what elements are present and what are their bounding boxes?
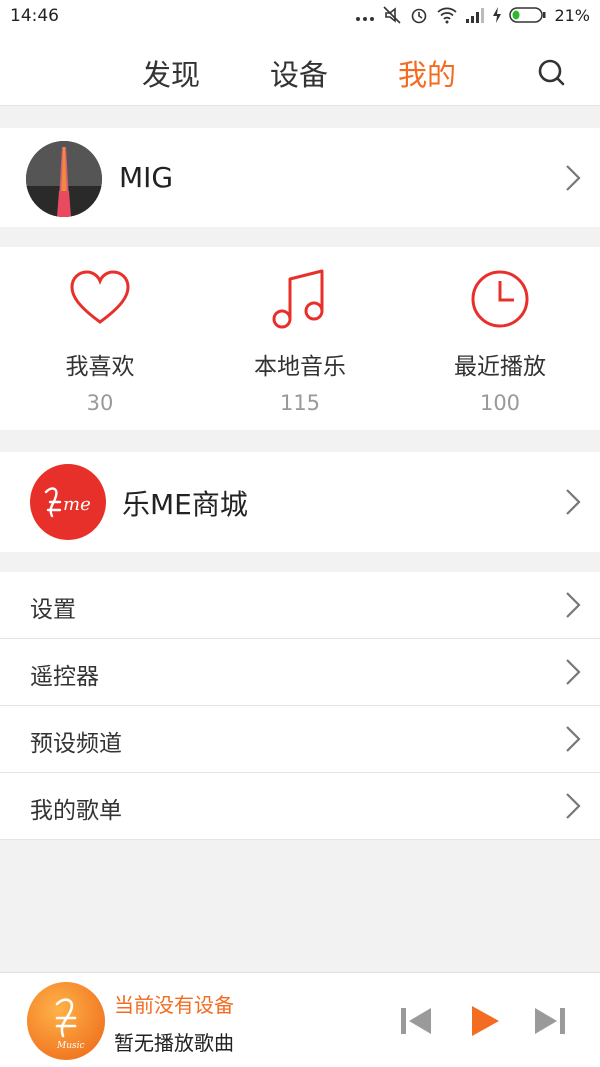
status-bar: 14:46 21%: [0, 0, 600, 34]
list-item-my-playlists[interactable]: 我的歌单: [0, 773, 600, 840]
stat-label: 最近播放: [454, 354, 546, 380]
search-icon[interactable]: [535, 56, 569, 90]
profile-name: MIG: [119, 161, 174, 194]
list-item-label: 我的歌单: [30, 798, 122, 824]
stat-label: 我喜欢: [65, 354, 135, 380]
previous-icon[interactable]: [398, 1003, 434, 1039]
status-time: 14:46: [10, 6, 59, 26]
album-art-icon[interactable]: Music: [27, 982, 105, 1060]
tab-discover[interactable]: 发现: [142, 52, 200, 94]
heart-icon: [70, 270, 130, 324]
stat-count: 100: [479, 391, 521, 415]
top-nav: 发现 设备 我的: [0, 34, 600, 106]
chevron-right-icon: [566, 489, 581, 515]
profile-row[interactable]: MIG: [0, 128, 600, 227]
stat-label: 本地音乐: [254, 354, 346, 380]
play-icon[interactable]: [466, 1003, 502, 1039]
tower-photo-icon: [26, 141, 102, 217]
tab-mine[interactable]: 我的: [398, 52, 456, 94]
shop-row[interactable]: me 乐ME商城: [0, 452, 600, 552]
mute-icon: [383, 6, 402, 24]
shop-logo-text: me: [63, 494, 91, 515]
chevron-right-icon: [566, 659, 581, 685]
tab-device[interactable]: 设备: [270, 52, 328, 94]
list-item-preset-channels[interactable]: 预设频道: [0, 706, 600, 773]
clock-icon: [471, 270, 529, 328]
shop-logo-icon: me: [30, 464, 106, 540]
mini-player: Music 当前没有设备 暂无播放歌曲: [0, 972, 600, 1067]
charging-icon: [493, 7, 502, 23]
more-dots-icon: [356, 17, 375, 21]
chevron-right-icon: [566, 165, 581, 191]
stat-local-music[interactable]: 本地音乐 115: [200, 267, 400, 415]
stat-count: 115: [279, 391, 321, 415]
stat-count: 30: [86, 391, 114, 415]
album-art-text: Music: [56, 1041, 85, 1051]
chevron-right-icon: [566, 793, 581, 819]
list-item-settings[interactable]: 设置: [0, 572, 600, 639]
alarm-icon: [412, 8, 427, 24]
battery-icon: [509, 7, 546, 23]
stat-recent[interactable]: 最近播放 100: [400, 267, 600, 415]
chevron-right-icon: [566, 726, 581, 752]
list-item-remote[interactable]: 遥控器: [0, 639, 600, 706]
shop-label: 乐ME商城: [122, 488, 248, 521]
music-note-icon: [272, 269, 324, 329]
list-item-label: 设置: [30, 597, 76, 623]
status-icons: 21%: [355, 5, 590, 25]
chevron-right-icon: [566, 592, 581, 618]
next-icon[interactable]: [532, 1003, 568, 1039]
avatar: [26, 141, 102, 217]
list-item-label: 预设频道: [30, 731, 122, 757]
settings-list: 设置 遥控器 预设频道 我的歌单: [0, 572, 600, 840]
stats-panel: 我喜欢 30 本地音乐 115 最近播放 100: [0, 247, 600, 430]
player-status: 当前没有设备: [114, 993, 234, 1017]
signal-icon: [466, 8, 485, 23]
wifi-icon: [437, 7, 458, 24]
stat-favorites[interactable]: 我喜欢 30: [0, 267, 200, 415]
list-item-label: 遥控器: [30, 664, 99, 690]
battery-percent: 21%: [554, 5, 590, 25]
player-song: 暂无播放歌曲: [114, 1031, 234, 1055]
